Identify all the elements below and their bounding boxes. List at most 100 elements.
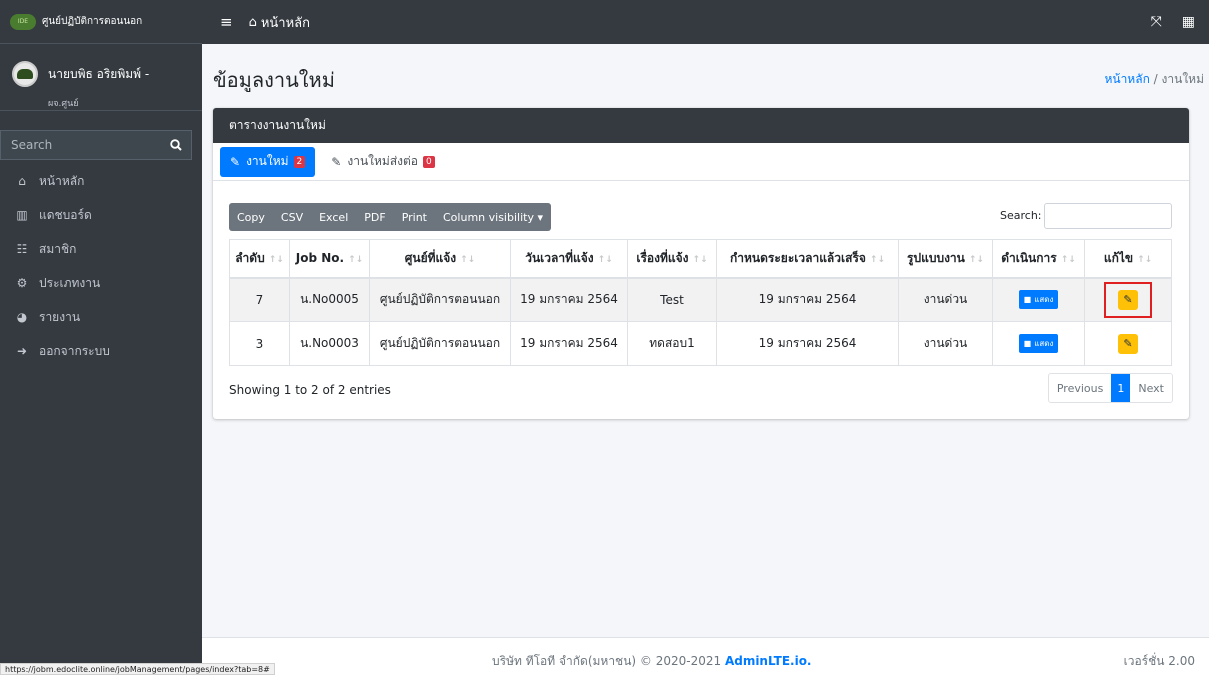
sidebar-item-home[interactable]: ⌂ หน้าหลัก bbox=[0, 164, 202, 198]
sidebar-item-dashboard[interactable]: ▥ แดชบอร์ด bbox=[0, 198, 202, 232]
search-icon bbox=[170, 139, 182, 151]
excel-button[interactable]: Excel bbox=[311, 203, 356, 231]
menu-toggle-icon[interactable]: ≡ bbox=[220, 13, 233, 31]
grid-icon[interactable]: ▦ bbox=[1182, 14, 1195, 30]
export-toolbar: Copy CSV Excel PDF Print Column visibili… bbox=[229, 203, 551, 231]
cogs-icon: ⚙ bbox=[16, 276, 28, 290]
top-home-link[interactable]: ⌂ หน้าหลัก bbox=[249, 12, 310, 33]
table-search-label: Search: bbox=[1000, 209, 1042, 222]
table-row: 3 น.No0003 ศูนย์ปฏิบัติการตอนนอก 19 มกรา… bbox=[229, 321, 1172, 366]
table-header-row: ลำดับ ↑↓ Job No. ↑↓ ศูนย์ที่แจ้ง ↑↓ วันเวลา… bbox=[229, 239, 1172, 279]
breadcrumb-home-link[interactable]: หน้าหลัก bbox=[1104, 72, 1149, 86]
page-title: ข้อมูลงานใหม่ bbox=[213, 68, 335, 92]
cell-due: 19 มกราคม 2564 bbox=[716, 277, 899, 322]
sidebar-search-input[interactable] bbox=[0, 130, 161, 160]
chart-icon: ▥ bbox=[16, 208, 28, 222]
home-icon: ⌂ bbox=[18, 174, 26, 188]
edit-icon: ✎ bbox=[331, 154, 342, 169]
edit-button[interactable]: ✎ bbox=[1118, 333, 1138, 354]
footer: บริษัท ทีโอที จำกัด(มหาชน) © 2020-2021 A… bbox=[202, 637, 1209, 675]
sidebar-item-label: ออกจากระบบ bbox=[39, 343, 110, 358]
sidebar-item-logout[interactable]: ➜ ออกจากระบบ bbox=[0, 334, 202, 368]
content-wrapper: ข้อมูลงานใหม่ หน้าหลัก / งานใหม่ ตารางงา… bbox=[202, 44, 1209, 637]
edit-icon: ✎ bbox=[230, 154, 241, 169]
edit-button[interactable]: ✎ bbox=[1118, 289, 1138, 310]
top-home-label: หน้าหลัก bbox=[260, 15, 311, 31]
user-panel: นายบพิธ อริยพิมพ์ - ผจ.ศูนย์ bbox=[0, 50, 202, 111]
cell-date: 19 มกราคม 2564 bbox=[510, 277, 628, 322]
cell-center: ศูนย์ปฏิบัติการตอนนอก bbox=[369, 321, 511, 366]
show-button[interactable]: ■ แสดง bbox=[1018, 290, 1059, 310]
column-header[interactable]: ดำเนินการ ↑↓ bbox=[992, 239, 1085, 279]
column-header[interactable]: แก้ไข ↑↓ bbox=[1084, 239, 1172, 279]
sidebar-item-label: หน้าหลัก bbox=[39, 173, 85, 188]
footer-copyright: บริษัท ทีโอที จำกัด(มหาชน) © 2020-2021 A… bbox=[492, 654, 812, 668]
pdf-button[interactable]: PDF bbox=[356, 203, 393, 231]
count-badge: 0 bbox=[423, 155, 435, 168]
breadcrumb: หน้าหลัก / งานใหม่ bbox=[1104, 70, 1204, 89]
sidebar-item-members[interactable]: ☷ สมาชิก bbox=[0, 232, 202, 266]
footer-link[interactable]: AdminLTE.io. bbox=[725, 654, 812, 668]
print-button[interactable]: Print bbox=[394, 203, 435, 231]
cell-job-no: น.No0003 bbox=[289, 321, 370, 366]
csv-button[interactable]: CSV bbox=[273, 203, 311, 231]
tab-new-jobs[interactable]: ✎ งานใหม่ 2 bbox=[220, 146, 316, 177]
column-visibility-button[interactable]: Column visibility ▾ bbox=[435, 203, 551, 231]
sidebar: IDE ศูนย์ปฏิบัติการตอนนอก นายบพิธ อริยพิ… bbox=[0, 0, 202, 675]
sidebar-item-label: รายงาน bbox=[39, 309, 81, 324]
table-search-input[interactable] bbox=[1044, 203, 1172, 229]
pie-chart-icon: ◕ bbox=[16, 310, 28, 324]
column-header[interactable]: กำหนดระยะเวลาแล้วเสร็จ ↑↓ bbox=[716, 239, 899, 279]
sidebar-item-job-types[interactable]: ⚙ ประเภทงาน bbox=[0, 266, 202, 300]
sidebar-item-reports[interactable]: ◕ รายงาน bbox=[0, 300, 202, 334]
sidebar-nav: ⌂ หน้าหลัก ▥ แดชบอร์ด ☷ สมาชิก ⚙ ประเภทงาน ◕… bbox=[0, 164, 202, 368]
count-badge: 2 bbox=[293, 155, 306, 168]
sidebar-item-label: แดชบอร์ด bbox=[39, 207, 92, 222]
pencil-icon: ✎ bbox=[1123, 293, 1133, 307]
avatar bbox=[12, 61, 38, 87]
column-header[interactable]: Job No. ↑↓ bbox=[289, 239, 370, 279]
page-1-button[interactable]: 1 bbox=[1111, 374, 1131, 402]
previous-button[interactable]: Previous bbox=[1049, 374, 1111, 402]
cell-job-no: น.No0005 bbox=[289, 277, 370, 322]
column-header[interactable]: เรื่องที่แจ้ง ↑↓ bbox=[627, 239, 717, 279]
jobs-card: ตารางงานงานใหม่ ✎ งานใหม่ 2 ✎ งานใหม่ส่ง… bbox=[213, 108, 1189, 419]
breadcrumb-current: งานใหม่ bbox=[1161, 72, 1204, 86]
cell-type: งานด่วน bbox=[898, 321, 993, 366]
brand-link[interactable]: IDE ศูนย์ปฏิบัติการตอนนอก bbox=[0, 0, 202, 44]
cell-edit: ✎ bbox=[1084, 321, 1172, 366]
cell-no: 3 bbox=[229, 321, 290, 366]
cell-due: 19 มกราคม 2564 bbox=[716, 321, 899, 366]
cell-date: 19 มกราคม 2564 bbox=[510, 321, 628, 366]
users-icon: ☷ bbox=[16, 242, 28, 256]
copy-button[interactable]: Copy bbox=[229, 203, 273, 231]
user-name[interactable]: นายบพิธ อริยพิมพ์ - bbox=[48, 67, 149, 81]
next-button[interactable]: Next bbox=[1130, 374, 1172, 402]
jobs-table: ลำดับ ↑↓ Job No. ↑↓ ศูนย์ที่แจ้ง ↑↓ วันเวลา… bbox=[229, 239, 1172, 366]
search-button[interactable] bbox=[161, 130, 192, 160]
cell-action: ■ แสดง bbox=[992, 277, 1085, 322]
table-info: Showing 1 to 2 of 2 entries bbox=[229, 383, 391, 397]
sidebar-search bbox=[0, 130, 192, 160]
cell-center: ศูนย์ปฏิบัติการตอนนอก bbox=[369, 277, 511, 322]
folder-icon: ■ bbox=[1023, 339, 1032, 348]
sidebar-item-label: สมาชิก bbox=[39, 241, 77, 256]
column-header[interactable]: วันเวลาที่แจ้ง ↑↓ bbox=[510, 239, 628, 279]
table-row: 7 น.No0005 ศูนย์ปฏิบัติการตอนนอก 19 มกรา… bbox=[229, 277, 1172, 322]
sign-out-icon: ➜ bbox=[16, 344, 28, 358]
column-header[interactable]: ลำดับ ↑↓ bbox=[229, 239, 290, 279]
top-navbar: ≡ ⌂ หน้าหลัก ⤧ ▦ bbox=[202, 0, 1209, 44]
column-header[interactable]: ศูนย์ที่แจ้ง ↑↓ bbox=[369, 239, 511, 279]
card-title: ตารางงานงานใหม่ bbox=[213, 108, 1189, 143]
highlight-box: ✎ bbox=[1104, 281, 1152, 318]
fullscreen-icon[interactable]: ⤧ bbox=[1151, 14, 1162, 30]
sidebar-item-label: ประเภทงาน bbox=[39, 275, 101, 290]
folder-icon: ■ bbox=[1023, 295, 1032, 305]
tab-forwarded-jobs[interactable]: ✎ งานใหม่ส่งต่อ 0 bbox=[321, 147, 444, 177]
tab-label: งานใหม่ส่งต่อ bbox=[347, 154, 419, 168]
user-role: ผจ.ศูนย์ bbox=[48, 99, 79, 109]
column-header[interactable]: รูปแบบงาน ↑↓ bbox=[898, 239, 993, 279]
show-button[interactable]: ■ แสดง bbox=[1018, 334, 1059, 353]
brand-text: ศูนย์ปฏิบัติการตอนนอก bbox=[42, 16, 143, 27]
tab-label: งานใหม่ bbox=[246, 154, 289, 168]
